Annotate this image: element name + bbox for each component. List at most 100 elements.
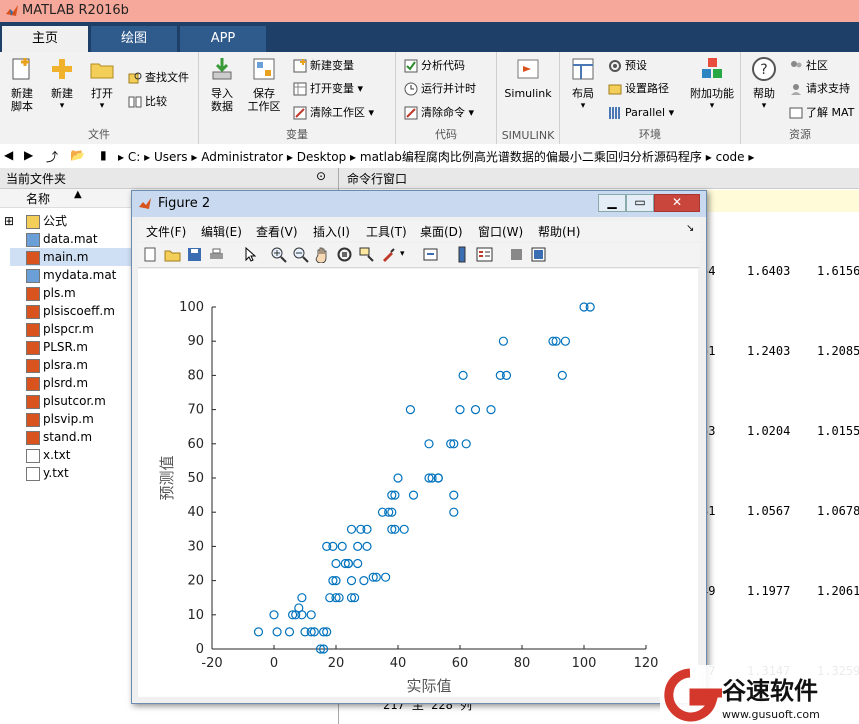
menu-edit[interactable]: 编辑(E) — [201, 223, 242, 240]
forward-arrow-icon[interactable]: ▶ — [24, 148, 33, 162]
y-axis-label: 预测值 — [158, 455, 176, 500]
layout-button[interactable]: 布局 ▾ — [564, 56, 602, 113]
new-figure-icon[interactable] — [142, 246, 159, 263]
m-file-icon — [26, 412, 40, 427]
help-button[interactable]: ? 帮助 ▾ — [745, 56, 783, 113]
edit-plot-arrow-icon[interactable] — [242, 246, 259, 263]
code-group-label: 代码 — [435, 128, 457, 141]
svg-text:?: ? — [760, 62, 767, 78]
open-file-icon[interactable] — [164, 246, 181, 263]
new-script-button[interactable]: 新建 脚本 — [3, 56, 41, 113]
link-plot-icon[interactable] — [422, 246, 439, 263]
parallel-button[interactable]: Parallel ▾ — [608, 103, 674, 123]
output-value: 1.1977 — [747, 584, 791, 598]
import-data-button[interactable]: 导入 数据 — [203, 56, 241, 113]
menu-file[interactable]: 文件(F) — [146, 223, 186, 240]
panel-menu-icon[interactable]: ⊙ — [316, 169, 326, 183]
txt-file-icon — [26, 466, 40, 481]
menu-help[interactable]: 帮助(H) — [538, 223, 580, 240]
matlab-logo-icon — [6, 5, 18, 16]
menu-window[interactable]: 窗口(W) — [478, 223, 523, 240]
print-icon[interactable] — [208, 246, 225, 263]
current-folder-title: 当前文件夹 — [6, 172, 67, 186]
up-folder-icon[interactable]: ⤴ — [46, 148, 58, 165]
set-path-button[interactable]: 设置路径 — [608, 79, 669, 99]
community-button[interactable]: 社区 — [789, 56, 828, 76]
crumb-project[interactable]: matlab编程腐肉比例高光谱数据的偏最小二乘回归分析源码程序 — [360, 150, 702, 164]
tab-apps[interactable]: APP — [180, 26, 266, 52]
save-icon[interactable] — [186, 246, 203, 263]
gear-icon — [609, 60, 621, 72]
address-bar: ◀ ▶ ⤴ 📂 ▮ ▸ C: ▸ Users ▸ Administrator ▸… — [0, 144, 859, 169]
crumb-drive[interactable]: C: — [128, 150, 140, 164]
y-tick-label: 10 — [187, 608, 204, 623]
brush-dropdown-icon[interactable]: ▾ — [400, 246, 417, 263]
minimize-button[interactable]: ▁ — [598, 194, 626, 212]
find-files-button[interactable]: 查找文件 — [128, 68, 189, 88]
menu-insert[interactable]: 插入(I) — [313, 223, 350, 240]
gusu-watermark-logo: 谷速软件 www.gusuoft.com — [660, 665, 859, 724]
open-variable-button[interactable]: 打开变量 ▾ — [293, 79, 363, 99]
simulink-button[interactable]: Simulink — [503, 56, 553, 100]
colorbar-icon[interactable] — [454, 246, 471, 263]
addons-button[interactable]: 附加功能 ▾ — [688, 56, 736, 113]
import-icon — [212, 58, 232, 80]
brush-icon[interactable] — [380, 246, 397, 263]
tab-home[interactable]: 主页 — [2, 26, 88, 52]
resources-group-label: 资源 — [789, 128, 811, 141]
figure-menu-bar: 文件(F) 编辑(E) 查看(V) 插入(I) 工具(T) 桌面(D) 窗口(W… — [138, 221, 700, 241]
output-value: 1.6156 — [817, 264, 859, 278]
output-value: 1.2061 — [817, 584, 859, 598]
tab-plots[interactable]: 绘图 — [91, 26, 177, 52]
new-button[interactable]: 新建 ▾ — [43, 56, 81, 113]
save-workspace-button[interactable]: 保存 工作区 — [245, 56, 283, 113]
legend-icon[interactable] — [476, 246, 493, 263]
request-support-button[interactable]: 请求支持 — [789, 79, 850, 99]
close-button[interactable]: ✕ — [654, 194, 700, 212]
figure-title-bar[interactable]: Figure 2 ▁ ▭ ✕ — [132, 191, 706, 217]
zoom-out-icon[interactable] — [292, 246, 309, 263]
file-name: y.txt — [43, 466, 69, 480]
x-tick-label: 100 — [572, 656, 597, 671]
output-value: 1.0678 — [817, 504, 859, 518]
clear-commands-button[interactable]: 清除命令 ▾ — [404, 103, 474, 123]
menu-tools[interactable]: 工具(T) — [366, 223, 407, 240]
rotate-3d-icon[interactable] — [336, 246, 353, 263]
menu-view[interactable]: 查看(V) — [256, 223, 298, 240]
output-value: 1.0567 — [747, 504, 791, 518]
breadcrumb: ▸ C: ▸ Users ▸ Administrator ▸ Desktop ▸… — [118, 150, 755, 164]
clear-commands-icon — [404, 106, 418, 120]
menu-desktop[interactable]: 桌面(D) — [420, 223, 463, 240]
preferences-button[interactable]: 预设 — [608, 56, 647, 76]
hide-plot-tools-icon[interactable] — [508, 246, 525, 263]
mat-file-icon — [26, 268, 40, 283]
crumb-administrator[interactable]: Administrator — [201, 150, 283, 164]
addons-cubes-icon — [702, 58, 722, 78]
clear-workspace-icon — [293, 106, 307, 120]
expand-icon[interactable]: ⊞ — [4, 212, 14, 230]
close-icon: ✕ — [671, 195, 683, 209]
maximize-button[interactable]: ▭ — [626, 194, 654, 212]
analyze-code-button[interactable]: 分析代码 — [404, 56, 465, 76]
crumb-code[interactable]: code — [716, 150, 745, 164]
crumb-desktop[interactable]: Desktop — [297, 150, 347, 164]
clear-workspace-button[interactable]: 清除工作区 ▾ — [293, 103, 374, 123]
browse-folder-icon[interactable]: 📂 — [70, 148, 85, 162]
back-arrow-icon[interactable]: ◀ — [4, 148, 13, 162]
simulink-group-label: SIMULINK — [501, 129, 555, 142]
pan-hand-icon[interactable] — [314, 246, 331, 263]
support-icon — [791, 84, 801, 95]
dock-arrow-icon[interactable]: ↘ — [686, 223, 694, 234]
crumb-users[interactable]: Users — [154, 150, 188, 164]
run-and-time-button[interactable]: 运行并计时 — [404, 79, 476, 99]
scatter-plot[interactable]: -20 0 20 40 60 80 100 1200102030405060708090100… — [138, 269, 698, 697]
zoom-in-icon[interactable] — [270, 246, 287, 263]
file-name: 公式 — [43, 214, 68, 228]
show-plot-tools-icon[interactable] — [530, 246, 547, 263]
figure-canvas[interactable]: -20 0 20 40 60 80 100 120 0 10 20 30 40 50 60 70 80 90 100… — [138, 269, 698, 697]
compare-button[interactable]: 比较 — [128, 92, 167, 112]
learn-matlab-button[interactable]: 了解 MAT — [789, 103, 854, 123]
data-cursor-icon[interactable] — [358, 246, 375, 263]
open-button[interactable]: 打开 ▾ — [83, 56, 121, 113]
new-variable-button[interactable]: 新建变量 — [293, 56, 354, 76]
